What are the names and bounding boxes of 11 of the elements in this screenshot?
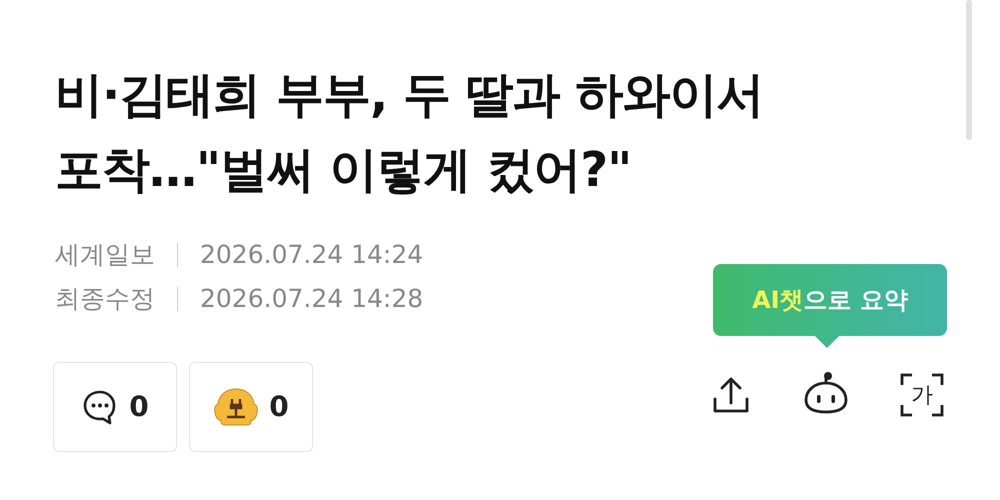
meta-label: 최종수정 (55, 283, 155, 315)
meta-date: 2026.07.24 14:24 (200, 239, 424, 271)
comment-button[interactable]: 0 (53, 362, 177, 452)
article-headline: 비·김태희 부부, 두 딸과 하와이서 포착…"벌써 이렇게 컸어?" (55, 66, 764, 200)
meta-label: 세계일보 (55, 239, 155, 271)
tooltip-pointer (815, 336, 839, 348)
dog-face-icon (213, 387, 260, 427)
scrollbar[interactable] (966, 0, 972, 140)
font-size-button[interactable]: 가 (899, 372, 945, 418)
reaction-button[interactable]: 0 (189, 362, 313, 452)
meta-date: 2026.07.24 14:28 (200, 283, 424, 315)
